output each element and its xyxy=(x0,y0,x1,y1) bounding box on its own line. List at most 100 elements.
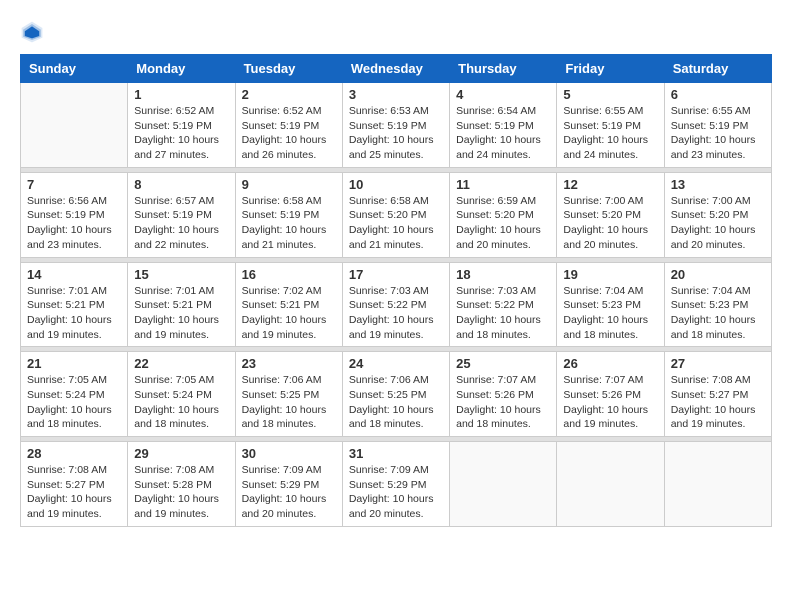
day-info: Sunrise: 7:03 AMSunset: 5:22 PMDaylight:… xyxy=(456,284,550,343)
day-number: 7 xyxy=(27,177,121,192)
day-info: Sunrise: 6:55 AMSunset: 5:19 PMDaylight:… xyxy=(671,104,765,163)
day-info: Sunrise: 7:06 AMSunset: 5:25 PMDaylight:… xyxy=(242,373,336,432)
calendar-cell: 20 Sunrise: 7:04 AMSunset: 5:23 PMDayligh… xyxy=(664,262,771,347)
calendar-cell: 25 Sunrise: 7:07 AMSunset: 5:26 PMDayligh… xyxy=(450,352,557,437)
calendar-body: 1 Sunrise: 6:52 AMSunset: 5:19 PMDaylight… xyxy=(21,83,772,527)
calendar-cell: 5 Sunrise: 6:55 AMSunset: 5:19 PMDaylight… xyxy=(557,83,664,168)
calendar-cell: 1 Sunrise: 6:52 AMSunset: 5:19 PMDaylight… xyxy=(128,83,235,168)
calendar-cell: 7 Sunrise: 6:56 AMSunset: 5:19 PMDaylight… xyxy=(21,172,128,257)
calendar-cell: 4 Sunrise: 6:54 AMSunset: 5:19 PMDaylight… xyxy=(450,83,557,168)
logo xyxy=(20,20,48,44)
calendar-cell xyxy=(21,83,128,168)
day-number: 11 xyxy=(456,177,550,192)
day-number: 8 xyxy=(134,177,228,192)
week-row-3: 14 Sunrise: 7:01 AMSunset: 5:21 PMDayligh… xyxy=(21,262,772,347)
calendar-cell: 29 Sunrise: 7:08 AMSunset: 5:28 PMDayligh… xyxy=(128,442,235,527)
day-info: Sunrise: 7:01 AMSunset: 5:21 PMDaylight:… xyxy=(27,284,121,343)
day-number: 13 xyxy=(671,177,765,192)
day-info: Sunrise: 7:06 AMSunset: 5:25 PMDaylight:… xyxy=(349,373,443,432)
calendar-cell: 30 Sunrise: 7:09 AMSunset: 5:29 PMDayligh… xyxy=(235,442,342,527)
day-info: Sunrise: 6:53 AMSunset: 5:19 PMDaylight:… xyxy=(349,104,443,163)
calendar-cell: 22Sunrise: 7:05 AMSunset: 5:24 PMDayligh… xyxy=(128,352,235,437)
weekday-header-friday: Friday xyxy=(557,55,664,83)
day-info: Sunrise: 7:05 AMSunset: 5:24 PMDaylight:… xyxy=(134,373,228,432)
day-info: Sunrise: 7:08 AMSunset: 5:27 PMDaylight:… xyxy=(671,373,765,432)
day-number: 30 xyxy=(242,446,336,461)
day-number: 15 xyxy=(134,267,228,282)
day-info: Sunrise: 6:59 AMSunset: 5:20 PMDaylight:… xyxy=(456,194,550,253)
day-number: 17 xyxy=(349,267,443,282)
day-info: Sunrise: 7:07 AMSunset: 5:26 PMDaylight:… xyxy=(456,373,550,432)
day-number: 12 xyxy=(563,177,657,192)
weekday-header-sunday: Sunday xyxy=(21,55,128,83)
day-info: Sunrise: 7:05 AMSunset: 5:24 PMDaylight:… xyxy=(27,373,121,432)
day-number: 2 xyxy=(242,87,336,102)
day-info: Sunrise: 6:58 AMSunset: 5:20 PMDaylight:… xyxy=(349,194,443,253)
day-number: 27 xyxy=(671,356,765,371)
day-number: 25 xyxy=(456,356,550,371)
day-number: 5 xyxy=(563,87,657,102)
logo-icon xyxy=(20,20,44,44)
day-number: 4 xyxy=(456,87,550,102)
calendar-cell: 27 Sunrise: 7:08 AMSunset: 5:27 PMDayligh… xyxy=(664,352,771,437)
calendar-cell: 13 Sunrise: 7:00 AMSunset: 5:20 PMDayligh… xyxy=(664,172,771,257)
day-info: Sunrise: 7:08 AMSunset: 5:28 PMDaylight:… xyxy=(134,463,228,522)
day-info: Sunrise: 7:09 AMSunset: 5:29 PMDaylight:… xyxy=(349,463,443,522)
calendar-table: SundayMondayTuesdayWednesdayThursdayFrid… xyxy=(20,54,772,527)
calendar-cell: 12 Sunrise: 7:00 AMSunset: 5:20 PMDayligh… xyxy=(557,172,664,257)
day-info: Sunrise: 7:02 AMSunset: 5:21 PMDaylight:… xyxy=(242,284,336,343)
calendar-cell: 2 Sunrise: 6:52 AMSunset: 5:19 PMDaylight… xyxy=(235,83,342,168)
calendar-cell: 6 Sunrise: 6:55 AMSunset: 5:19 PMDaylight… xyxy=(664,83,771,168)
calendar-cell xyxy=(557,442,664,527)
day-number: 3 xyxy=(349,87,443,102)
calendar-cell xyxy=(450,442,557,527)
day-info: Sunrise: 6:56 AMSunset: 5:19 PMDaylight:… xyxy=(27,194,121,253)
weekday-header-row: SundayMondayTuesdayWednesdayThursdayFrid… xyxy=(21,55,772,83)
calendar-cell: 24 Sunrise: 7:06 AMSunset: 5:25 PMDayligh… xyxy=(342,352,449,437)
day-info: Sunrise: 7:07 AMSunset: 5:26 PMDaylight:… xyxy=(563,373,657,432)
day-number: 18 xyxy=(456,267,550,282)
calendar-cell: 28Sunrise: 7:08 AMSunset: 5:27 PMDayligh… xyxy=(21,442,128,527)
day-number: 24 xyxy=(349,356,443,371)
weekday-header-saturday: Saturday xyxy=(664,55,771,83)
day-info: Sunrise: 7:04 AMSunset: 5:23 PMDaylight:… xyxy=(671,284,765,343)
day-info: Sunrise: 7:00 AMSunset: 5:20 PMDaylight:… xyxy=(671,194,765,253)
weekday-header-wednesday: Wednesday xyxy=(342,55,449,83)
day-info: Sunrise: 6:55 AMSunset: 5:19 PMDaylight:… xyxy=(563,104,657,163)
calendar-cell: 15 Sunrise: 7:01 AMSunset: 5:21 PMDayligh… xyxy=(128,262,235,347)
day-info: Sunrise: 7:03 AMSunset: 5:22 PMDaylight:… xyxy=(349,284,443,343)
calendar-cell: 18 Sunrise: 7:03 AMSunset: 5:22 PMDayligh… xyxy=(450,262,557,347)
calendar-cell: 26Sunrise: 7:07 AMSunset: 5:26 PMDayligh… xyxy=(557,352,664,437)
day-info: Sunrise: 6:52 AMSunset: 5:19 PMDaylight:… xyxy=(134,104,228,163)
weekday-header-monday: Monday xyxy=(128,55,235,83)
calendar-cell: 9 Sunrise: 6:58 AMSunset: 5:19 PMDaylight… xyxy=(235,172,342,257)
day-info: Sunrise: 6:57 AMSunset: 5:19 PMDaylight:… xyxy=(134,194,228,253)
calendar-cell xyxy=(664,442,771,527)
day-info: Sunrise: 6:58 AMSunset: 5:19 PMDaylight:… xyxy=(242,194,336,253)
day-number: 16 xyxy=(242,267,336,282)
day-number: 29 xyxy=(134,446,228,461)
day-info: Sunrise: 7:09 AMSunset: 5:29 PMDaylight:… xyxy=(242,463,336,522)
day-number: 6 xyxy=(671,87,765,102)
weekday-header-thursday: Thursday xyxy=(450,55,557,83)
calendar-cell: 21 Sunrise: 7:05 AMSunset: 5:24 PMDayligh… xyxy=(21,352,128,437)
calendar-cell: 10 Sunrise: 6:58 AMSunset: 5:20 PMDayligh… xyxy=(342,172,449,257)
week-row-5: 28Sunrise: 7:08 AMSunset: 5:27 PMDayligh… xyxy=(21,442,772,527)
day-number: 14 xyxy=(27,267,121,282)
day-number: 19 xyxy=(563,267,657,282)
day-info: Sunrise: 7:04 AMSunset: 5:23 PMDaylight:… xyxy=(563,284,657,343)
day-info: Sunrise: 6:52 AMSunset: 5:19 PMDaylight:… xyxy=(242,104,336,163)
day-number: 21 xyxy=(27,356,121,371)
calendar-cell: 19 Sunrise: 7:04 AMSunset: 5:23 PMDayligh… xyxy=(557,262,664,347)
day-number: 9 xyxy=(242,177,336,192)
day-info: Sunrise: 6:54 AMSunset: 5:19 PMDaylight:… xyxy=(456,104,550,163)
day-number: 31 xyxy=(349,446,443,461)
calendar-cell: 8 Sunrise: 6:57 AMSunset: 5:19 PMDaylight… xyxy=(128,172,235,257)
day-number: 1 xyxy=(134,87,228,102)
calendar-cell: 31 Sunrise: 7:09 AMSunset: 5:29 PMDayligh… xyxy=(342,442,449,527)
day-number: 20 xyxy=(671,267,765,282)
week-row-1: 1 Sunrise: 6:52 AMSunset: 5:19 PMDaylight… xyxy=(21,83,772,168)
day-number: 10 xyxy=(349,177,443,192)
day-info: Sunrise: 7:01 AMSunset: 5:21 PMDaylight:… xyxy=(134,284,228,343)
day-info: Sunrise: 7:00 AMSunset: 5:20 PMDaylight:… xyxy=(563,194,657,253)
